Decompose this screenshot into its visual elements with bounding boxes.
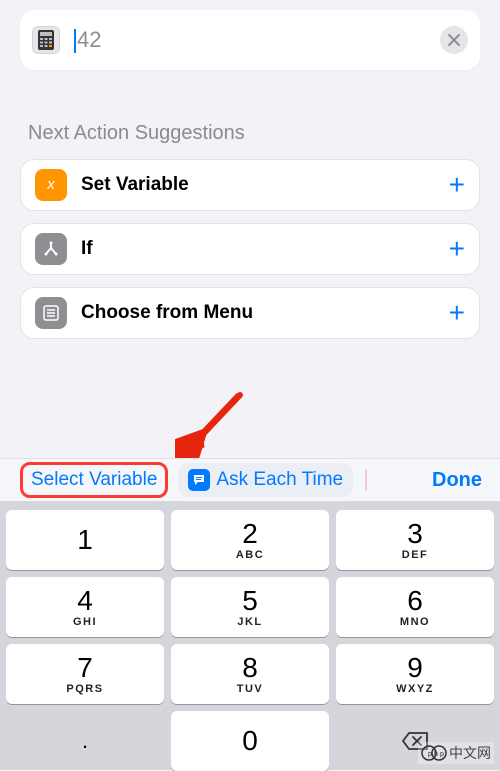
done-button[interactable]: Done xyxy=(432,469,482,492)
watermark: php 中文网 xyxy=(418,742,494,764)
svg-text:p: p xyxy=(440,751,444,758)
ask-each-time-button[interactable]: Ask Each Time xyxy=(178,463,353,497)
number-input-value[interactable]: 42 xyxy=(74,27,440,53)
svg-text:x: x xyxy=(46,176,55,193)
suggestions-title: Next Action Suggestions xyxy=(28,122,472,145)
number-input-card[interactable]: 42 xyxy=(20,10,480,70)
svg-text:h: h xyxy=(434,751,438,758)
variable-icon: x xyxy=(35,169,67,201)
key-2[interactable]: 2ABC xyxy=(171,510,329,570)
key-decimal[interactable]: . xyxy=(6,711,164,771)
suggestion-label: Choose from Menu xyxy=(81,302,449,324)
key-1[interactable]: 1 xyxy=(6,510,164,570)
suggestion-label: Set Variable xyxy=(81,174,449,196)
suggestion-choose-menu[interactable]: Choose from Menu + xyxy=(20,287,480,339)
key-6[interactable]: 6MNO xyxy=(336,577,494,637)
numeric-keypad: 1 2ABC 3DEF 4GHI 5JKL 6MNO 7PQRS 8TUV 9W… xyxy=(0,502,500,770)
menu-icon xyxy=(35,297,67,329)
suggestion-set-variable[interactable]: x Set Variable + xyxy=(20,159,480,211)
add-icon: + xyxy=(449,299,465,327)
key-3[interactable]: 3DEF xyxy=(336,510,494,570)
branch-icon xyxy=(35,233,67,265)
separator xyxy=(365,469,367,491)
clear-button[interactable] xyxy=(440,26,468,54)
key-0[interactable]: 0 xyxy=(171,711,329,771)
keyboard-accessory-bar: Select Variable Ask Each Time Done xyxy=(0,458,500,502)
add-icon: + xyxy=(449,171,465,199)
key-8[interactable]: 8TUV xyxy=(171,644,329,704)
key-5[interactable]: 5JKL xyxy=(171,577,329,637)
calculator-icon xyxy=(32,26,60,54)
add-icon: + xyxy=(449,235,465,263)
key-9[interactable]: 9WXYZ xyxy=(336,644,494,704)
key-7[interactable]: 7PQRS xyxy=(6,644,164,704)
svg-text:p: p xyxy=(428,751,432,758)
suggestion-label: If xyxy=(81,238,449,260)
ask-icon xyxy=(188,469,210,491)
select-variable-button[interactable]: Select Variable xyxy=(20,462,168,498)
annotation-arrow xyxy=(175,385,255,465)
suggestion-if[interactable]: If + xyxy=(20,223,480,275)
key-4[interactable]: 4GHI xyxy=(6,577,164,637)
